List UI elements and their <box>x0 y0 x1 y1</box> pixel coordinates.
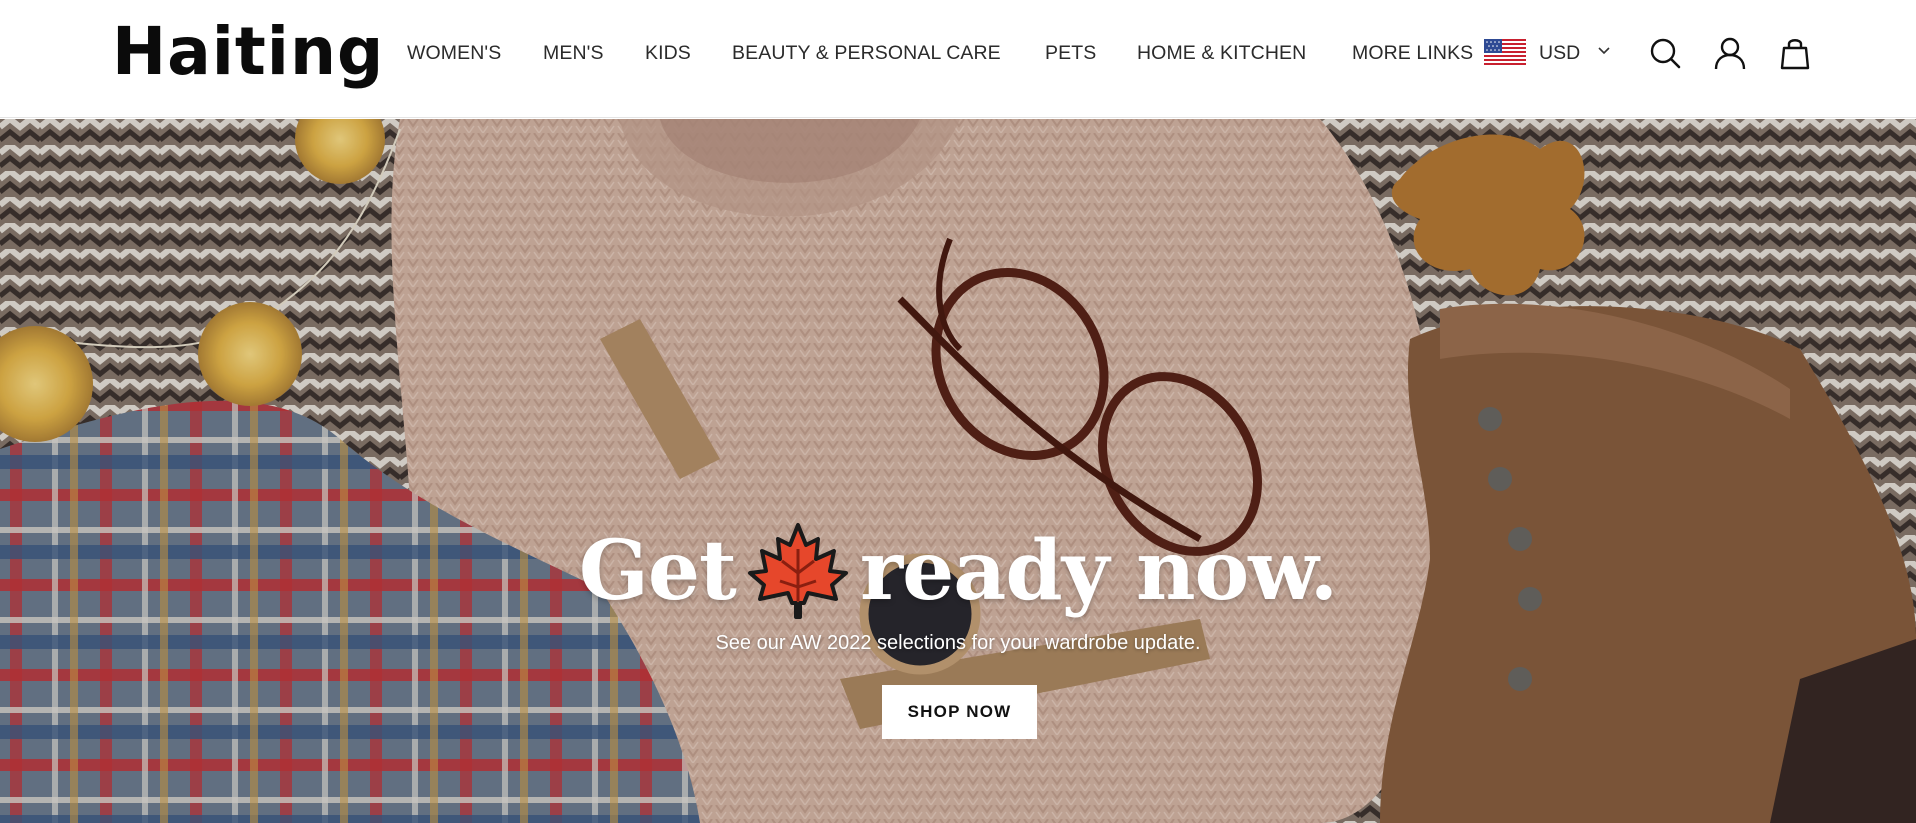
nav-item-home-kitchen[interactable]: HOME & KITCHEN <box>1137 41 1306 65</box>
hero-title-part-1: Get <box>578 523 737 619</box>
hero-banner: Get ready now. See our AW 2022 selection… <box>0 119 1916 823</box>
currency-selector[interactable]: USD <box>1484 36 1614 70</box>
hero-subtitle: See our AW 2022 selections for your ward… <box>715 632 1201 654</box>
brand-logo[interactable]: Haiting <box>112 12 384 92</box>
nav-item-womens[interactable]: WOMEN'S <box>407 41 501 65</box>
maple-leaf-icon <box>747 523 848 619</box>
hero-title-part-2: ready now. <box>859 523 1338 619</box>
site-header: Haiting WOMEN'S MEN'S KIDS BEAUTY & PERS… <box>0 0 1916 118</box>
nav-item-mens[interactable]: MEN'S <box>543 41 604 65</box>
nav-item-more-links[interactable]: MORE LINKS <box>1352 41 1473 65</box>
us-flag-icon <box>1484 39 1526 65</box>
nav-item-pets[interactable]: PETS <box>1045 41 1096 65</box>
cart-bag-icon[interactable] <box>1778 36 1812 70</box>
nav-item-beauty-personal-care[interactable]: BEAUTY & PERSONAL CARE <box>732 41 1001 65</box>
hero-title: Get ready now. <box>0 521 1916 621</box>
search-icon[interactable] <box>1648 36 1682 70</box>
account-icon[interactable] <box>1713 36 1747 70</box>
nav-item-kids[interactable]: KIDS <box>645 41 691 65</box>
chevron-down-icon <box>1598 47 1610 55</box>
shop-now-button[interactable]: SHOP NOW <box>882 685 1037 739</box>
currency-label: USD <box>1539 42 1581 64</box>
